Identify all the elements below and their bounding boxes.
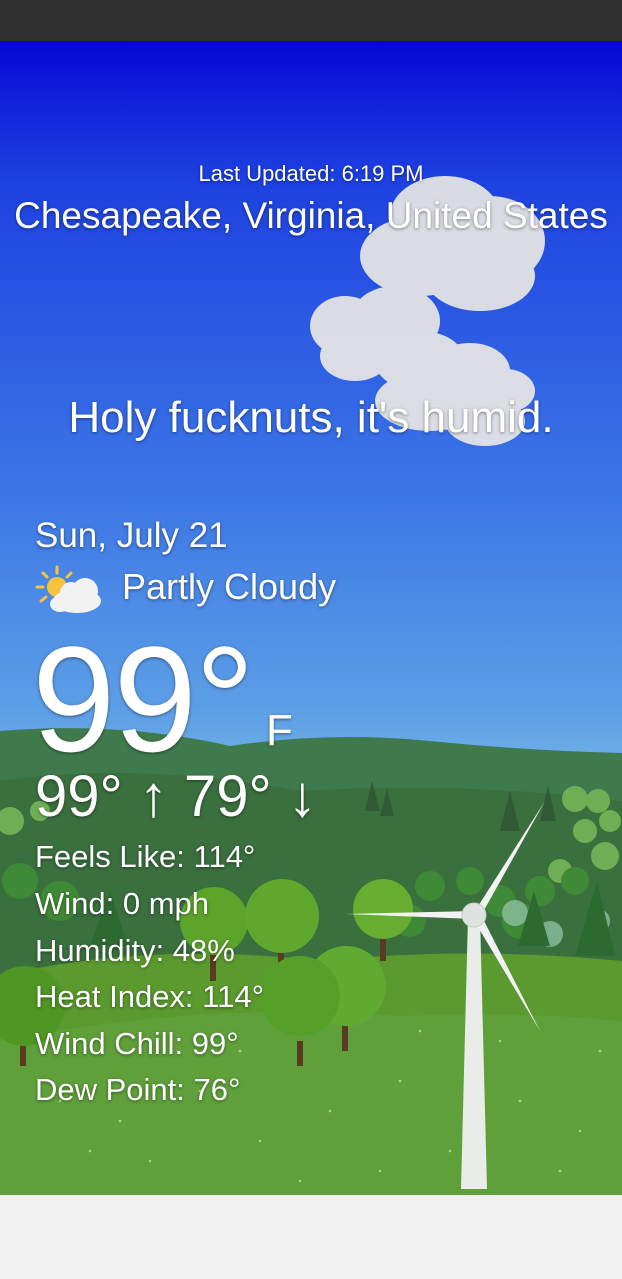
heat-index-text: Heat Index: 114°	[35, 979, 264, 1014]
condition-text: Partly Cloudy	[122, 566, 337, 607]
feels-like-text: Feels Like: 114°	[35, 839, 256, 874]
partly-cloudy-icon	[35, 565, 101, 613]
status-bar	[0, 0, 622, 41]
last-updated-text: Last Updated: 6:19 PM	[198, 161, 424, 186]
wind-text: Wind: 0 mph	[35, 886, 210, 921]
high-low-temperature: 99° ↑ 79° ↓	[35, 764, 317, 829]
wind-chill-text: Wind Chill: 99°	[35, 1026, 239, 1061]
current-date: Sun, July 21	[35, 516, 228, 555]
weather-tagline: Holy fucknuts, it's humid.	[68, 393, 554, 442]
dew-point-text: Dew Point: 76°	[35, 1072, 241, 1107]
current-temperature: 99°	[32, 615, 255, 783]
weather-scene: Last Updated: 6:19 PM Chesapeake, Virgin…	[0, 41, 622, 1195]
temperature-unit[interactable]: F	[266, 706, 293, 756]
location-name[interactable]: Chesapeake, Virginia, United States	[0, 193, 622, 238]
bottom-blank-area	[0, 1195, 622, 1279]
humidity-text: Humidity: 48%	[35, 933, 235, 968]
